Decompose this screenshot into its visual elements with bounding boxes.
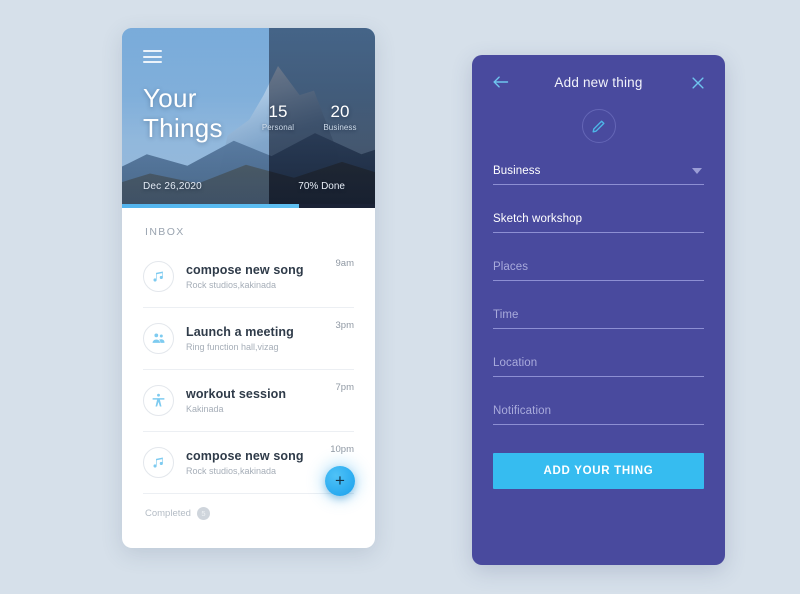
category-field[interactable]: Business: [493, 165, 704, 185]
stat-business: 20 Business: [317, 102, 363, 132]
task-list: compose new song Rock studios,kakinada 9am…: [122, 246, 375, 494]
thing-name-value: Sketch workshop: [493, 213, 583, 225]
completed-row[interactable]: Completed 5: [145, 507, 375, 520]
modal-topbar: Add new thing: [472, 55, 725, 109]
plus-icon: +: [335, 470, 345, 490]
screen-root: Your Things 15 Personal 20 Business Dec …: [0, 0, 800, 594]
hamburger-bar: [143, 50, 162, 52]
stat-personal-label: Personal: [261, 123, 295, 132]
task-time: 10pm: [330, 444, 354, 455]
places-value: Places: [493, 261, 529, 273]
add-task-fab[interactable]: +: [325, 466, 355, 496]
task-time: 7pm: [335, 382, 354, 393]
task-row[interactable]: Launch a meeting Ring function hall,vizag…: [143, 308, 354, 370]
music-note-icon: [153, 271, 163, 282]
add-new-thing-screen: Add new thing Business Sketch workshop Pla…: [472, 55, 725, 565]
section-label-inbox: INBOX: [145, 226, 185, 238]
hamburger-bar: [143, 55, 162, 58]
page-title-line2: Things: [143, 113, 223, 143]
page-title-line1: Your: [143, 83, 197, 113]
hamburger-menu-icon[interactable]: [143, 50, 162, 63]
task-row[interactable]: compose new song Rock studios,kakinada 10p…: [143, 432, 354, 494]
progress-bar: [122, 204, 375, 208]
header-date: Dec 26,2020: [143, 181, 202, 192]
stat-business-label: Business: [323, 123, 357, 132]
task-body: compose new song Rock studios,kakinada: [174, 449, 330, 476]
task-body: Launch a meeting Ring function hall,vizag: [174, 325, 336, 352]
hero-header: Your Things 15 Personal 20 Business Dec …: [122, 28, 375, 208]
task-time: 9am: [335, 258, 354, 269]
task-time: 3pm: [335, 320, 354, 331]
task-body: compose new song Rock studios,kakinada: [174, 263, 336, 290]
location-field[interactable]: Location: [493, 357, 704, 377]
task-title: compose new song: [186, 263, 304, 277]
edit-avatar-button[interactable]: [581, 109, 616, 143]
task-title: workout session: [186, 387, 287, 401]
stat-personal: 15 Personal: [255, 102, 301, 132]
close-icon[interactable]: [691, 76, 705, 90]
time-field[interactable]: Time: [493, 309, 704, 329]
page-title: Your Things: [143, 83, 223, 143]
task-subtitle: Ring function hall,vizag: [186, 342, 279, 352]
accessibility-person-icon: [143, 385, 174, 416]
task-subtitle: Kakinada: [186, 404, 224, 414]
task-title: compose new song: [186, 449, 304, 463]
chevron-down-icon[interactable]: [692, 168, 702, 174]
people-group-icon: [143, 323, 174, 354]
stat-personal-value: 15: [268, 102, 288, 121]
category-value: Business: [493, 165, 541, 177]
people-group-icon: [152, 333, 165, 343]
progress-label: 70% Done: [298, 181, 345, 192]
task-subtitle: Rock studios,kakinada: [186, 466, 277, 476]
progress-bar-fill: [122, 204, 300, 208]
places-field[interactable]: Places: [493, 261, 704, 281]
task-row[interactable]: workout session Kakinada 7pm: [143, 370, 354, 432]
notification-value: Notification: [493, 405, 552, 417]
add-your-thing-button[interactable]: ADD YOUR THING: [493, 453, 704, 489]
task-row[interactable]: compose new song Rock studios,kakinada 9am: [143, 246, 354, 308]
thing-name-field[interactable]: Sketch workshop: [493, 213, 704, 233]
task-title: Launch a meeting: [186, 325, 294, 339]
header-stats: 15 Personal 20 Business: [255, 102, 363, 132]
stat-business-value: 20: [330, 102, 350, 121]
accessibility-person-icon: [152, 393, 165, 407]
arrow-left-icon[interactable]: [492, 75, 509, 89]
hamburger-bar: [143, 61, 162, 63]
task-body: workout session Kakinada: [174, 387, 336, 414]
location-value: Location: [493, 357, 538, 369]
task-subtitle: Rock studios,kakinada: [186, 280, 277, 290]
completed-count-badge: 5: [196, 507, 210, 520]
todo-list-screen: Your Things 15 Personal 20 Business Dec …: [122, 28, 375, 548]
notification-field[interactable]: Notification: [493, 405, 704, 425]
pencil-edit-icon: [592, 120, 605, 132]
time-value: Time: [493, 309, 519, 321]
modal-title: Add new thing: [554, 74, 643, 90]
music-note-icon: [153, 457, 163, 468]
completed-label: Completed: [145, 508, 191, 519]
music-note-icon: [143, 261, 174, 292]
add-thing-form: Business Sketch workshop Places Time Locatio…: [472, 165, 725, 489]
music-note-icon: [143, 447, 174, 478]
